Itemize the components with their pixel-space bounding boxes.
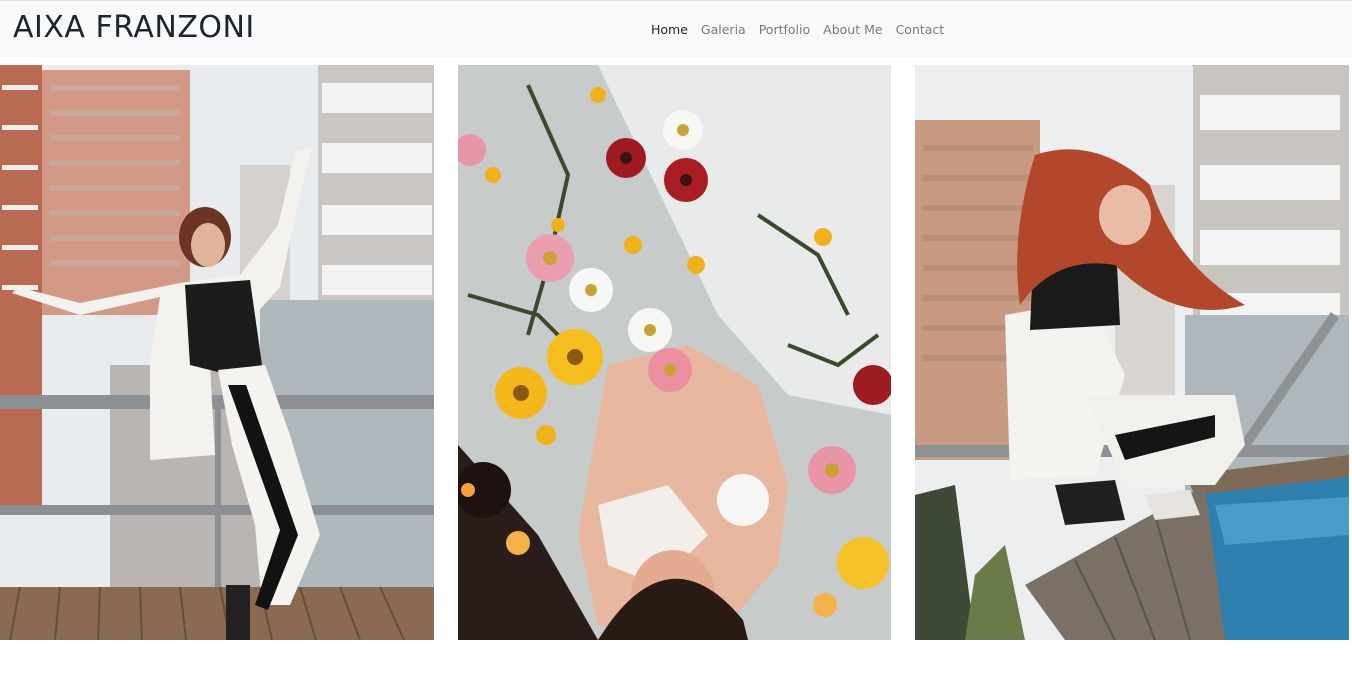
nav-link-galeria[interactable]: Galeria (701, 21, 746, 39)
gallery-photo-3[interactable] (915, 65, 1349, 640)
watermark-subtitle: Ve a Configuración para activar Windows. (1035, 668, 1255, 680)
windows-activation-watermark: Activar Windows Ve a Configuración para … (1035, 651, 1254, 680)
photo-gallery: Activar Windows Ve a Configuración para … (0, 65, 1352, 680)
photo-flowers-bath (458, 65, 891, 640)
watermark-title: Activar Windows (1035, 651, 1143, 666)
nav-link-portfolio[interactable]: Portfolio (759, 21, 810, 39)
nav-link-home[interactable]: Home (651, 21, 688, 39)
nav-link-about-me[interactable]: About Me (823, 21, 882, 39)
gallery-photo-2[interactable] (458, 65, 891, 640)
navbar: AIXA FRANZONI Home Galeria Portfolio Abo… (0, 0, 1352, 58)
nav-menu: Home Galeria Portfolio About Me Contact (651, 21, 944, 39)
photo-dancer-rooftop (0, 65, 434, 640)
gallery-photo-1[interactable] (0, 65, 434, 640)
brand-logo[interactable]: AIXA FRANZONI (13, 8, 255, 48)
photo-redhair-pool (915, 65, 1349, 640)
nav-link-contact[interactable]: Contact (896, 21, 945, 39)
